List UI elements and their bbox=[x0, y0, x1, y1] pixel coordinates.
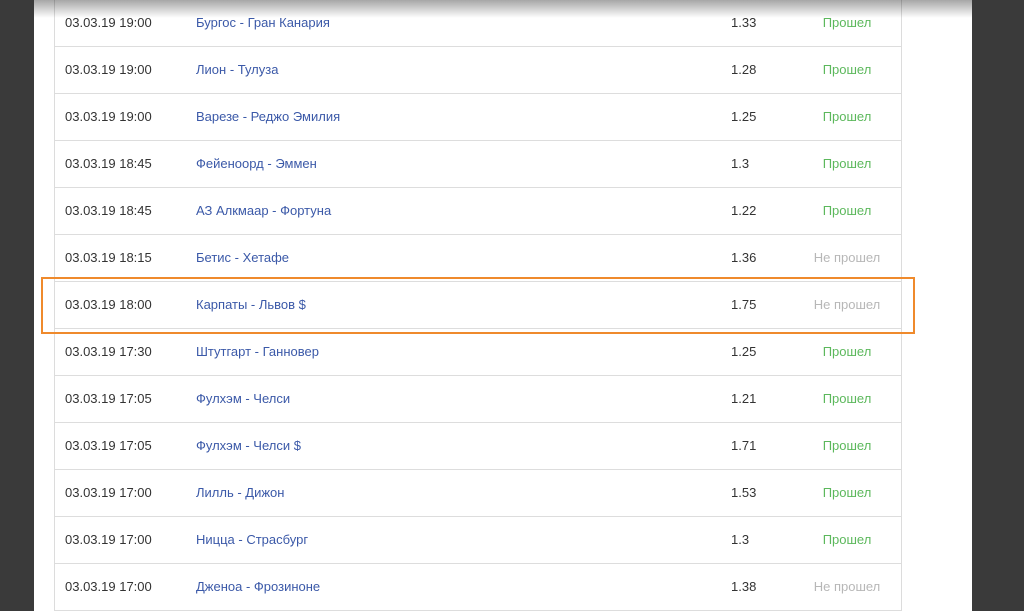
match-datetime: 03.03.19 17:05 bbox=[65, 438, 152, 453]
odds-value: 1.3 bbox=[731, 156, 750, 171]
match-link[interactable]: Фулхэм - Челси bbox=[196, 375, 290, 422]
match-datetime: 03.03.19 17:00 bbox=[65, 532, 152, 547]
status-label: Прошел bbox=[822, 62, 872, 77]
match-datetime: 03.03.19 18:45 bbox=[65, 156, 152, 171]
match-link[interactable]: Лилль - Дижон bbox=[196, 469, 284, 516]
odds-value: 1.3 bbox=[731, 532, 750, 547]
match-link[interactable]: АЗ Алкмаар - Фортуна bbox=[196, 187, 331, 234]
match-datetime: 03.03.19 17:00 bbox=[65, 485, 152, 500]
odds-value: 1.25 bbox=[731, 344, 757, 359]
status-label: Прошел bbox=[822, 532, 872, 547]
odds-value: 1.75 bbox=[731, 297, 757, 312]
status-label: Не прошел bbox=[813, 297, 881, 312]
page: 03.03.19 19:00 Бургос - Гран Канария 1.33 П… bbox=[34, 0, 972, 611]
match-datetime: 03.03.19 19:00 bbox=[65, 15, 152, 30]
match-datetime: 03.03.19 18:45 bbox=[65, 203, 152, 218]
match-datetime: 03.03.19 17:05 bbox=[65, 391, 152, 406]
match-link[interactable]: Лион - Тулуза bbox=[196, 46, 278, 93]
status-label: Прошел bbox=[822, 15, 872, 30]
match-link[interactable]: Бургос - Гран Канария bbox=[196, 0, 330, 46]
table-row: 03.03.19 18:00 Карпаты - Львов $ 1.75 Не пр… bbox=[55, 281, 901, 329]
table-row: 03.03.19 18:45 АЗ Алкмаар - Фортуна 1.22 Пр… bbox=[55, 187, 901, 235]
table-row: 03.03.19 19:00 Лион - Тулуза 1.28 Прошел bbox=[55, 46, 901, 94]
table-row: 03.03.19 19:00 Варезе - Реджо Эмилия 1.25 П… bbox=[55, 93, 901, 141]
table-row: 03.03.19 18:45 Фейеноорд - Эммен 1.3 Прошел bbox=[55, 140, 901, 188]
match-link[interactable]: Фейеноорд - Эммен bbox=[196, 140, 317, 187]
status-label: Прошел bbox=[822, 344, 872, 359]
match-datetime: 03.03.19 18:15 bbox=[65, 250, 152, 265]
status-label: Прошел bbox=[822, 203, 872, 218]
status-label: Прошел bbox=[822, 391, 872, 406]
match-link[interactable]: Варезе - Реджо Эмилия bbox=[196, 93, 340, 140]
match-datetime: 03.03.19 19:00 bbox=[65, 62, 152, 77]
match-datetime: 03.03.19 19:00 bbox=[65, 109, 152, 124]
odds-value: 1.28 bbox=[731, 62, 757, 77]
match-link[interactable]: Дженоа - Фрозиноне bbox=[196, 563, 320, 610]
odds-value: 1.53 bbox=[731, 485, 757, 500]
odds-value: 1.38 bbox=[731, 579, 757, 594]
odds-value: 1.22 bbox=[731, 203, 757, 218]
odds-value: 1.71 bbox=[731, 438, 757, 453]
table-row: 03.03.19 17:00 Ницца - Страсбург 1.3 Прошел bbox=[55, 516, 901, 564]
match-datetime: 03.03.19 17:00 bbox=[65, 579, 152, 594]
status-label: Прошел bbox=[822, 109, 872, 124]
table-row: 03.03.19 17:05 Фулхэм - Челси 1.21 Прошел bbox=[55, 375, 901, 423]
status-label: Не прошел bbox=[813, 250, 881, 265]
match-datetime: 03.03.19 17:30 bbox=[65, 344, 152, 359]
status-label: Прошел bbox=[822, 156, 872, 171]
table-row: 03.03.19 18:15 Бетис - Хетафе 1.36 Не проше… bbox=[55, 234, 901, 282]
match-link[interactable]: Фулхэм - Челси $ bbox=[196, 422, 301, 469]
table-row: 03.03.19 17:00 Дженоа - Фрозиноне 1.38 Не п… bbox=[55, 563, 901, 611]
status-label: Не прошел bbox=[813, 579, 881, 594]
match-link[interactable]: Ницца - Страсбург bbox=[196, 516, 308, 563]
match-link[interactable]: Карпаты - Львов $ bbox=[196, 281, 306, 328]
status-label: Прошел bbox=[822, 438, 872, 453]
results-table: 03.03.19 19:00 Бургос - Гран Канария 1.33 П… bbox=[54, 0, 902, 611]
match-link[interactable]: Бетис - Хетафе bbox=[196, 234, 289, 281]
match-datetime: 03.03.19 18:00 bbox=[65, 297, 152, 312]
table-row: 03.03.19 17:30 Штутгарт - Ганновер 1.25 Про… bbox=[55, 328, 901, 376]
odds-value: 1.36 bbox=[731, 250, 757, 265]
odds-value: 1.25 bbox=[731, 109, 757, 124]
odds-value: 1.33 bbox=[731, 15, 757, 30]
table-row: 03.03.19 17:00 Лилль - Дижон 1.53 Прошел bbox=[55, 469, 901, 517]
match-link[interactable]: Штутгарт - Ганновер bbox=[196, 328, 319, 375]
status-label: Прошел bbox=[822, 485, 872, 500]
table-row: 03.03.19 19:00 Бургос - Гран Канария 1.33 П… bbox=[55, 0, 901, 47]
odds-value: 1.21 bbox=[731, 391, 757, 406]
table-row: 03.03.19 17:05 Фулхэм - Челси $ 1.71 Прошел bbox=[55, 422, 901, 470]
